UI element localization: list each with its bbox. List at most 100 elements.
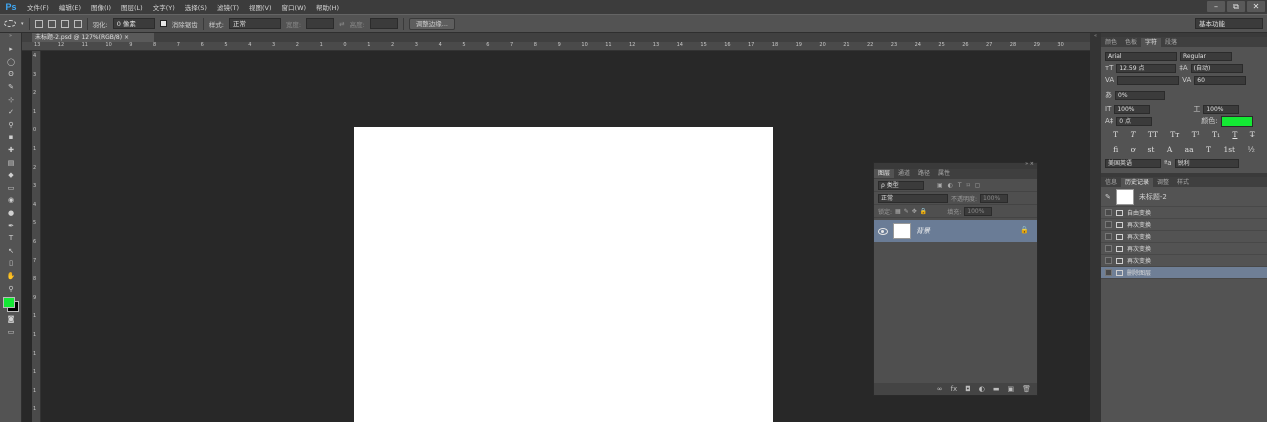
menu-layer[interactable]: 图层(L) xyxy=(116,2,148,12)
layer-row-background[interactable]: 背景 🔒 xyxy=(874,220,1037,242)
lasso-tool-icon[interactable]: ʘ xyxy=(0,68,22,81)
brush-tool-icon[interactable]: ▪ xyxy=(0,131,22,144)
menu-edit[interactable]: 编辑(E) xyxy=(54,2,86,12)
titling-button[interactable]: aa xyxy=(1185,145,1194,154)
screen-mode-icon[interactable]: ▭ xyxy=(0,325,22,338)
swap-icon[interactable]: ⇄ xyxy=(339,20,344,28)
underline-button[interactable]: T xyxy=(1232,130,1237,139)
antialias-select[interactable]: 锐利 xyxy=(1174,158,1239,168)
dodge-tool-icon[interactable]: ● xyxy=(0,207,22,220)
faux-italic-button[interactable]: T xyxy=(1130,130,1135,139)
tab-history[interactable]: 历史记录 xyxy=(1121,178,1154,187)
horizontal-ruler[interactable]: 13 12 11 10 9 8 7 6 5 4 3 2 1 0 1 2 3 4 5 6 7 8 9 10 11 12 13 14 15 1… xyxy=(22,42,1090,51)
shape-tool-icon[interactable]: ▯ xyxy=(0,257,22,270)
font-style-select[interactable]: Regular xyxy=(1180,51,1232,61)
pen-tool-icon[interactable]: ✒ xyxy=(0,219,22,232)
tab-paths[interactable]: 路径 xyxy=(914,169,934,178)
history-item[interactable]: 自由变换 xyxy=(1101,207,1267,219)
tab-info[interactable]: 信息 xyxy=(1101,178,1121,187)
blur-tool-icon[interactable]: ◉ xyxy=(0,194,22,207)
panel-titlebar[interactable]: » × xyxy=(874,161,1037,169)
refine-edge-button[interactable]: 调整边缘... xyxy=(408,17,455,30)
text-color-swatch[interactable] xyxy=(1220,115,1253,127)
minimize-button[interactable]: – xyxy=(1207,1,1225,12)
tab-color[interactable]: 颜色 xyxy=(1101,38,1121,47)
chevron-down-icon[interactable]: ▾ xyxy=(21,21,24,27)
language-select[interactable]: 美国英语 xyxy=(1105,158,1161,168)
document-tab[interactable]: 未标题-2.psd @ 127%(RGB/8) × xyxy=(32,33,154,42)
intersect-selection-icon[interactable] xyxy=(73,19,82,28)
kerning-field[interactable] xyxy=(1117,75,1180,85)
new-selection-icon[interactable] xyxy=(34,19,43,28)
history-item[interactable]: 再次变换 xyxy=(1101,255,1267,267)
lock-icon[interactable]: 🔒 xyxy=(1020,226,1029,234)
history-brush-tool-icon[interactable]: ▤ xyxy=(0,156,22,169)
blend-mode-select[interactable]: 正常 xyxy=(878,193,948,203)
ligature-button[interactable]: fi xyxy=(1113,145,1118,154)
history-item-selected[interactable]: 删除图层 xyxy=(1101,267,1267,279)
small-caps-button[interactable]: Tт xyxy=(1170,130,1179,139)
ordinal-button[interactable]: T xyxy=(1206,145,1211,154)
history-source-box[interactable] xyxy=(1105,221,1112,228)
vertical-ruler[interactable]: 4 3 2 1 0 1 2 3 4 5 6 7 8 9 1 1 1 1 1 1 xyxy=(32,51,41,422)
menu-image[interactable]: 图像(I) xyxy=(86,2,116,12)
menu-type[interactable]: 文字(Y) xyxy=(148,2,180,12)
mask-icon[interactable]: ◘ xyxy=(965,385,971,393)
tab-layers[interactable]: 图层 xyxy=(874,169,895,178)
add-selection-icon[interactable] xyxy=(47,19,56,28)
stylistic-alt-button[interactable]: A xyxy=(1167,145,1172,154)
swash-button[interactable]: st xyxy=(1148,145,1155,154)
history-source-box[interactable] xyxy=(1105,257,1112,264)
discretionary-ligature-button[interactable]: ơ xyxy=(1131,145,1136,154)
menu-file[interactable]: 文件(F) xyxy=(22,2,54,12)
menu-help[interactable]: 帮助(H) xyxy=(311,2,344,12)
quick-mask-icon[interactable]: ◙ xyxy=(0,313,22,326)
trash-icon[interactable]: 🗑 xyxy=(1022,385,1031,393)
tab-swatches[interactable]: 色板 xyxy=(1121,38,1141,47)
marquee-tool-icon[interactable]: ◯ xyxy=(0,56,22,69)
crop-tool-icon[interactable]: ⊹ xyxy=(0,93,22,106)
restore-button[interactable]: ⧉ xyxy=(1227,1,1245,12)
link-icon[interactable]: ∞ xyxy=(937,385,943,393)
hand-tool-icon[interactable]: ✋ xyxy=(0,270,22,283)
history-source-box[interactable] xyxy=(1105,269,1112,276)
tab-channels[interactable]: 通道 xyxy=(894,169,914,178)
baseline-shift-field[interactable]: 0 点 xyxy=(1116,116,1153,126)
close-icon[interactable]: » × xyxy=(1025,161,1034,167)
history-source-box[interactable] xyxy=(1105,233,1112,240)
antialias-checkbox[interactable] xyxy=(159,20,167,27)
fraction-button[interactable]: ½ xyxy=(1247,145,1254,154)
style-select[interactable]: 正常 xyxy=(228,18,281,29)
leading-field[interactable]: (自动) xyxy=(1190,63,1243,73)
font-family-select[interactable]: Arial xyxy=(1105,51,1177,61)
menu-select[interactable]: 选择(S) xyxy=(180,2,212,12)
history-item[interactable]: 再次变换 xyxy=(1101,219,1267,231)
history-item[interactable]: 再次变换 xyxy=(1101,243,1267,255)
ellipse-marquee-icon[interactable] xyxy=(4,20,16,27)
stamp-tool-icon[interactable]: ✚ xyxy=(0,144,22,157)
foreground-color-swatch[interactable] xyxy=(3,296,15,308)
horizontal-scale-field[interactable]: 100% xyxy=(1203,104,1240,114)
toolbox-collapse-icon[interactable]: » xyxy=(0,33,21,43)
tab-properties[interactable]: 属性 xyxy=(934,169,954,178)
feather-input[interactable]: 0 像素 xyxy=(112,18,155,29)
tsume-field[interactable]: 0% xyxy=(1115,90,1165,100)
eye-icon[interactable] xyxy=(878,227,888,235)
collapse-icon[interactable]: « xyxy=(1090,33,1101,39)
subscript-button[interactable]: T₁ xyxy=(1212,130,1220,139)
eyedropper-tool-icon[interactable]: ✓ xyxy=(0,106,22,119)
type-tool-icon[interactable]: T xyxy=(0,232,22,245)
all-caps-button[interactable]: TT xyxy=(1148,130,1158,139)
lock-icons[interactable]: ▦✎✥🔒 xyxy=(895,208,930,215)
tab-character[interactable]: 字符 xyxy=(1141,38,1162,47)
history-source-box[interactable] xyxy=(1105,245,1112,252)
subtract-selection-icon[interactable] xyxy=(60,19,69,28)
menu-filter[interactable]: 滤镜(T) xyxy=(212,2,244,12)
fraction-ordinal-button[interactable]: 1st xyxy=(1223,145,1235,154)
group-icon[interactable]: ▬ xyxy=(993,385,1000,393)
font-size-field[interactable]: 12.59 点 xyxy=(1116,63,1177,73)
workspace-select[interactable]: 基本功能 xyxy=(1195,18,1263,29)
dock-collapse-bar[interactable]: « xyxy=(1090,33,1101,422)
menu-window[interactable]: 窗口(W) xyxy=(277,2,312,12)
zoom-tool-icon[interactable]: ⚲ xyxy=(0,282,22,295)
